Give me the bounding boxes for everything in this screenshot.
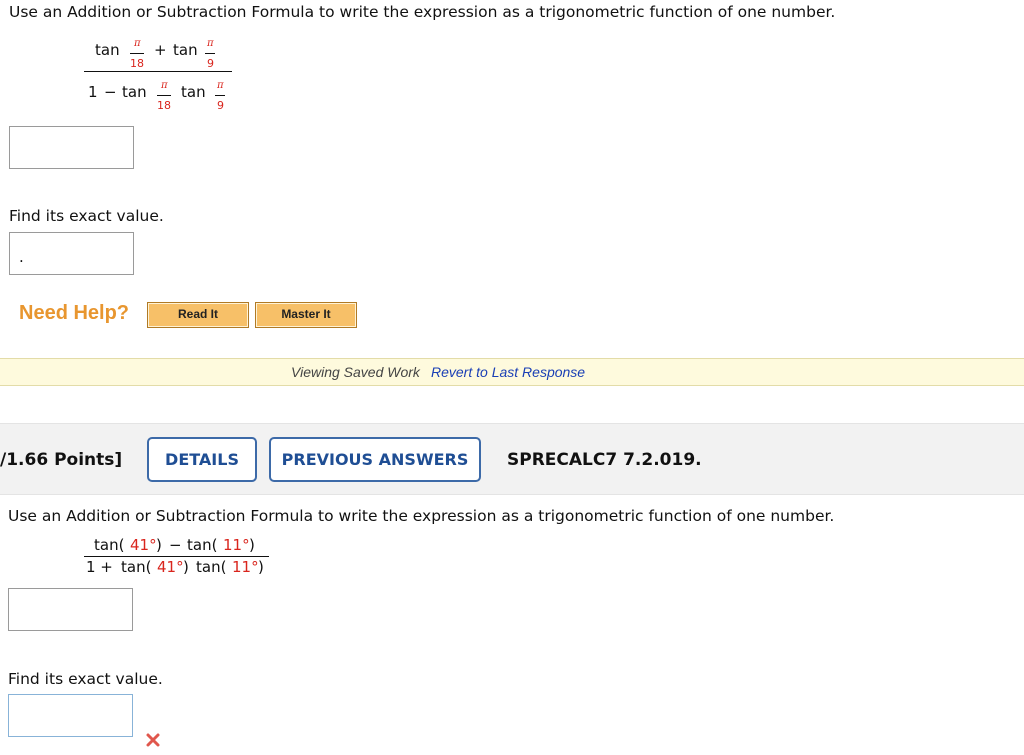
tan-func: tan	[95, 41, 120, 59]
tan-func: tan(	[121, 558, 152, 576]
angle-11: 11°	[232, 558, 259, 576]
one-plus: 1 +	[86, 558, 113, 576]
tan-func: tan	[173, 41, 198, 59]
tan-func: tan	[181, 83, 206, 101]
question-code: SPRECALC7 7.2.019.	[507, 450, 702, 470]
answer-input-2-value: .	[19, 248, 24, 266]
tan-func: tan	[122, 83, 147, 101]
angle-41: 41°	[130, 536, 157, 554]
answer-input-3[interactable]	[8, 588, 133, 631]
answer-input-2[interactable]: .	[9, 232, 134, 275]
pi-symbol: π	[161, 80, 168, 91]
incorrect-x-icon	[146, 733, 160, 747]
pi-symbol: π	[217, 80, 224, 91]
answer-input-1[interactable]	[9, 126, 134, 169]
question-2-header: /1.66 Points] DETAILS PREVIOUS ANSWERS S…	[0, 423, 1024, 495]
question-1-fraction: tan π 18 + tan π 9 1 − tan π 18 tan π 9	[84, 38, 234, 118]
details-button[interactable]: DETAILS	[147, 437, 257, 482]
pi-symbol: π	[207, 38, 214, 49]
saved-work-bar: Viewing Saved Work Revert to Last Respon…	[0, 358, 1024, 386]
one: 1	[88, 83, 98, 101]
pi-symbol: π	[134, 38, 141, 49]
denominator: 9	[207, 57, 214, 70]
close-paren: )	[258, 558, 264, 576]
master-it-button[interactable]: Master It	[255, 302, 357, 328]
angle-41: 41°	[157, 558, 184, 576]
close-paren: )	[249, 536, 255, 554]
question-2-prompt: Use an Addition or Subtraction Formula t…	[8, 507, 835, 525]
answer-input-4[interactable]	[8, 694, 133, 737]
close-paren: )	[183, 558, 189, 576]
plus-sign: +	[154, 41, 167, 59]
points-label: /1.66 Points]	[0, 450, 123, 470]
minus-sign: −	[169, 536, 182, 554]
need-help-label: Need Help?	[19, 302, 130, 324]
find-exact-value-label-2: Find its exact value.	[8, 670, 163, 688]
find-exact-value-label: Find its exact value.	[9, 207, 164, 225]
question-1-prompt: Use an Addition or Subtraction Formula t…	[9, 3, 836, 21]
denominator: 9	[217, 99, 224, 112]
tan-func: tan(	[94, 536, 125, 554]
angle-11: 11°	[223, 536, 250, 554]
question-2-fraction: tan( 41° ) − tan( 11° ) 1 + tan( 41° ) t…	[84, 536, 274, 580]
read-it-button[interactable]: Read It	[147, 302, 249, 328]
tan-func: tan(	[196, 558, 227, 576]
minus-sign: −	[104, 83, 117, 101]
revert-link[interactable]: Revert to Last Response	[431, 364, 585, 380]
saved-work-text: Viewing Saved Work	[291, 364, 420, 380]
denominator: 18	[157, 99, 171, 112]
tan-func: tan(	[187, 536, 218, 554]
previous-answers-button[interactable]: PREVIOUS ANSWERS	[269, 437, 481, 482]
denominator: 18	[130, 57, 144, 70]
close-paren: )	[156, 536, 162, 554]
